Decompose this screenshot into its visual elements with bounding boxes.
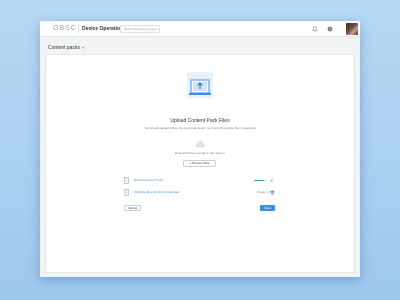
help-icon[interactable]: ? xyxy=(327,26,333,32)
app-window: OBSC Device Operations Search devices & … xyxy=(40,21,360,277)
file-row: 2018-09-06 at 12-30.22.properties Ready … xyxy=(124,189,275,197)
user-avatar[interactable] xyxy=(346,23,358,35)
upload-illustration-icon xyxy=(187,72,213,98)
svg-text:?: ? xyxy=(329,27,331,31)
browse-files-label: Browse Files xyxy=(192,161,210,165)
cloud-upload-icon xyxy=(195,141,205,148)
file-name-link[interactable]: Deviced-Linux-7.5.pcr xyxy=(134,178,163,183)
file-icon xyxy=(124,189,129,196)
chevron-down-icon[interactable]: ▾ xyxy=(82,45,84,50)
file-icon xyxy=(124,177,129,184)
trash-icon[interactable]: 🗑 xyxy=(270,189,275,196)
upload-instructions: You should upload 2 files. Content pack … xyxy=(144,126,256,130)
cancel-button[interactable]: Cancel xyxy=(124,205,141,211)
browse-files-button[interactable]: +Browse Files xyxy=(183,160,216,167)
drop-zone-text[interactable]: Drag and Drop your file in this area or xyxy=(40,151,360,155)
save-button[interactable]: Save xyxy=(260,205,275,211)
header-divider xyxy=(78,25,79,33)
search-input[interactable]: Search devices & groups xyxy=(120,25,160,33)
top-bar: OBSC Device Operations Search devices & … xyxy=(40,21,360,37)
brand-logo[interactable]: OBSC xyxy=(53,25,77,33)
page-title[interactable]: Content packs ▾ xyxy=(48,44,84,52)
remove-file-icon[interactable]: ✕ xyxy=(270,177,273,184)
bell-icon[interactable] xyxy=(312,26,318,32)
upload-title: Upload Content Pack Files xyxy=(170,118,230,124)
upload-progress-bar xyxy=(254,180,266,181)
file-name-link[interactable]: 2018-09-06 at 12-30.22.properties xyxy=(134,190,180,195)
upload-progress-fill xyxy=(254,180,264,181)
page-title-text: Content packs xyxy=(48,45,80,51)
file-row: Deviced-Linux-7.5.pcr ✕ xyxy=(124,177,274,185)
